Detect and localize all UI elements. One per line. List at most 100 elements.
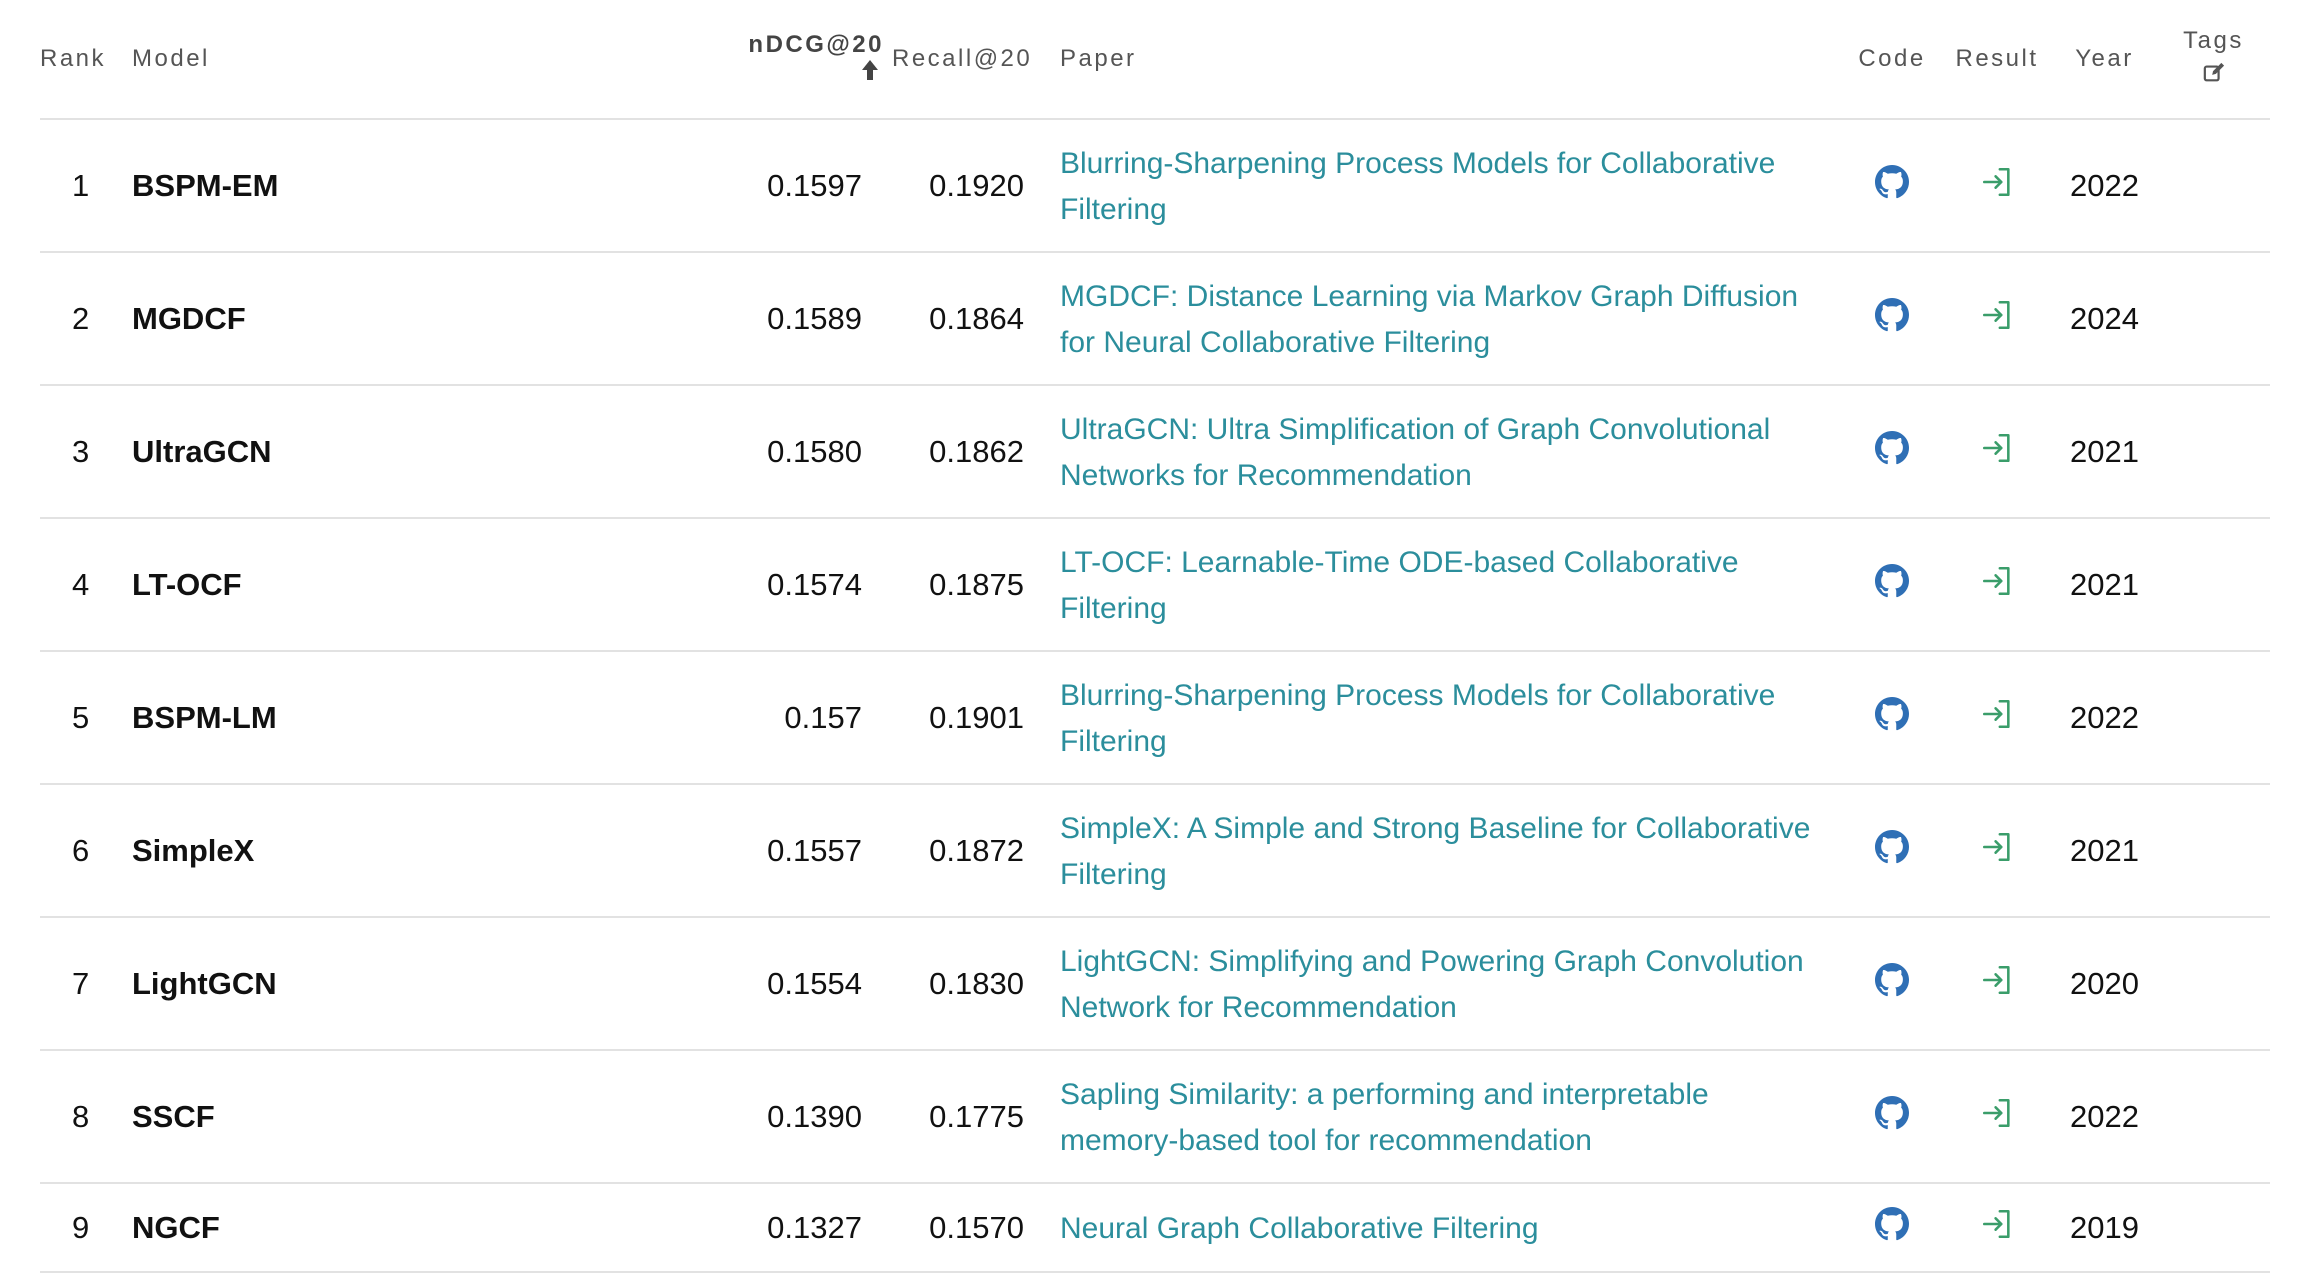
sort-up-arrow-icon [860, 59, 884, 86]
github-icon[interactable] [1875, 696, 1909, 738]
paper-link[interactable]: UltraGCN: Ultra Simplification of Graph … [1060, 413, 1770, 492]
result-cell [1942, 1183, 2052, 1273]
column-header-recall[interactable]: Recall@20 [892, 0, 1052, 120]
table-row: 9 NGCF 0.1327 0.1570 Neural Graph Collab… [40, 1183, 2270, 1273]
tags-cell [2157, 252, 2270, 386]
year-cell: 2021 [2052, 385, 2157, 519]
year-cell: 2024 [2052, 252, 2157, 386]
edit-tags-icon[interactable] [2203, 59, 2225, 95]
model-cell: BSPM-LM [132, 651, 732, 785]
paper-cell: LightGCN: Simplifying and Powering Graph… [1052, 917, 1842, 1051]
code-cell [1842, 1050, 1942, 1184]
paper-cell: Blurring-Sharpening Process Models for C… [1052, 119, 1842, 253]
sign-in-icon[interactable] [1980, 965, 2014, 1004]
paper-cell: Neural Graph Collaborative Filtering [1052, 1183, 1842, 1273]
paper-link[interactable]: Blurring-Sharpening Process Models for C… [1060, 679, 1775, 758]
column-header-year[interactable]: Year [2052, 0, 2157, 120]
paper-link[interactable]: SimpleX: A Simple and Strong Baseline fo… [1060, 812, 1810, 891]
ndcg-cell: 0.1390 [732, 1050, 892, 1184]
year-cell: 2021 [2052, 518, 2157, 652]
year-cell: 2019 [2052, 1183, 2157, 1273]
ndcg-cell: 0.1554 [732, 917, 892, 1051]
model-cell: LT-OCF [132, 518, 732, 652]
paper-link[interactable]: Sapling Similarity: a performing and int… [1060, 1078, 1709, 1157]
paper-cell: Sapling Similarity: a performing and int… [1052, 1050, 1842, 1184]
rank-cell: 2 [40, 252, 132, 386]
paper-link[interactable]: MGDCF: Distance Learning via Markov Grap… [1060, 280, 1798, 359]
ndcg-cell: 0.157 [732, 651, 892, 785]
table-header-row: Rank Model nDCG@20 Recall@20 Paper Code … [40, 0, 2270, 120]
table-row: 1 BSPM-EM 0.1597 0.1920 Blurring-Sharpen… [40, 119, 2270, 253]
github-icon[interactable] [1875, 829, 1909, 871]
year-cell: 2022 [2052, 119, 2157, 253]
rank-cell: 5 [40, 651, 132, 785]
column-header-tags[interactable]: Tags [2157, 0, 2270, 120]
code-cell [1842, 1183, 1942, 1273]
year-cell: 2022 [2052, 1050, 2157, 1184]
code-cell [1842, 385, 1942, 519]
github-icon[interactable] [1875, 563, 1909, 605]
leaderboard-table: Rank Model nDCG@20 Recall@20 Paper Code … [40, 0, 2270, 1273]
recall-cell: 0.1830 [892, 917, 1052, 1051]
model-cell: LightGCN [132, 917, 732, 1051]
paper-link[interactable]: Neural Graph Collaborative Filtering [1060, 1212, 1539, 1245]
sign-in-icon[interactable] [1980, 433, 2014, 472]
paper-cell: UltraGCN: Ultra Simplification of Graph … [1052, 385, 1842, 519]
ndcg-cell: 0.1557 [732, 784, 892, 918]
result-cell [1942, 1050, 2052, 1184]
paper-link[interactable]: LT-OCF: Learnable-Time ODE-based Collabo… [1060, 546, 1739, 625]
ndcg-cell: 0.1597 [732, 119, 892, 253]
table-row: 2 MGDCF 0.1589 0.1864 MGDCF: Distance Le… [40, 252, 2270, 386]
github-icon[interactable] [1875, 297, 1909, 339]
rank-cell: 7 [40, 917, 132, 1051]
column-header-code[interactable]: Code [1842, 0, 1942, 120]
paper-link[interactable]: LightGCN: Simplifying and Powering Graph… [1060, 945, 1804, 1024]
tags-cell [2157, 1050, 2270, 1184]
table-body: 1 BSPM-EM 0.1597 0.1920 Blurring-Sharpen… [40, 119, 2270, 1273]
column-header-model[interactable]: Model [132, 0, 732, 120]
sign-in-icon[interactable] [1980, 566, 2014, 605]
table-row: 8 SSCF 0.1390 0.1775 Sapling Similarity:… [40, 1050, 2270, 1184]
code-cell [1842, 784, 1942, 918]
tags-cell [2157, 651, 2270, 785]
github-icon[interactable] [1875, 1095, 1909, 1137]
paper-link[interactable]: Blurring-Sharpening Process Models for C… [1060, 147, 1775, 226]
recall-cell: 0.1570 [892, 1183, 1052, 1273]
sign-in-icon[interactable] [1980, 1209, 2014, 1248]
model-cell: UltraGCN [132, 385, 732, 519]
tags-cell [2157, 119, 2270, 253]
recall-cell: 0.1875 [892, 518, 1052, 652]
sign-in-icon[interactable] [1980, 699, 2014, 738]
sign-in-icon[interactable] [1980, 832, 2014, 871]
code-cell [1842, 119, 1942, 253]
code-cell [1842, 917, 1942, 1051]
sign-in-icon[interactable] [1980, 1098, 2014, 1137]
result-cell [1942, 385, 2052, 519]
github-icon[interactable] [1875, 1206, 1909, 1248]
table-row: 5 BSPM-LM 0.157 0.1901 Blurring-Sharpeni… [40, 651, 2270, 785]
github-icon[interactable] [1875, 430, 1909, 472]
paper-cell: MGDCF: Distance Learning via Markov Grap… [1052, 252, 1842, 386]
year-cell: 2022 [2052, 651, 2157, 785]
code-cell [1842, 518, 1942, 652]
rank-cell: 8 [40, 1050, 132, 1184]
ndcg-cell: 0.1574 [732, 518, 892, 652]
table-row: 6 SimpleX 0.1557 0.1872 SimpleX: A Simpl… [40, 784, 2270, 918]
github-icon[interactable] [1875, 962, 1909, 1004]
sign-in-icon[interactable] [1980, 167, 2014, 206]
sign-in-icon[interactable] [1980, 300, 2014, 339]
column-header-rank[interactable]: Rank [40, 0, 132, 120]
paper-cell: LT-OCF: Learnable-Time ODE-based Collabo… [1052, 518, 1842, 652]
column-header-paper[interactable]: Paper [1052, 0, 1842, 120]
result-cell [1942, 784, 2052, 918]
tags-cell [2157, 1183, 2270, 1273]
leaderboard-table-wrap: Rank Model nDCG@20 Recall@20 Paper Code … [40, 0, 2270, 1273]
column-header-result[interactable]: Result [1942, 0, 2052, 120]
table-row: 4 LT-OCF 0.1574 0.1875 LT-OCF: Learnable… [40, 518, 2270, 652]
result-cell [1942, 917, 2052, 1051]
recall-cell: 0.1862 [892, 385, 1052, 519]
model-cell: MGDCF [132, 252, 732, 386]
column-header-ndcg[interactable]: nDCG@20 [732, 0, 892, 120]
github-icon[interactable] [1875, 164, 1909, 206]
ndcg-cell: 0.1589 [732, 252, 892, 386]
